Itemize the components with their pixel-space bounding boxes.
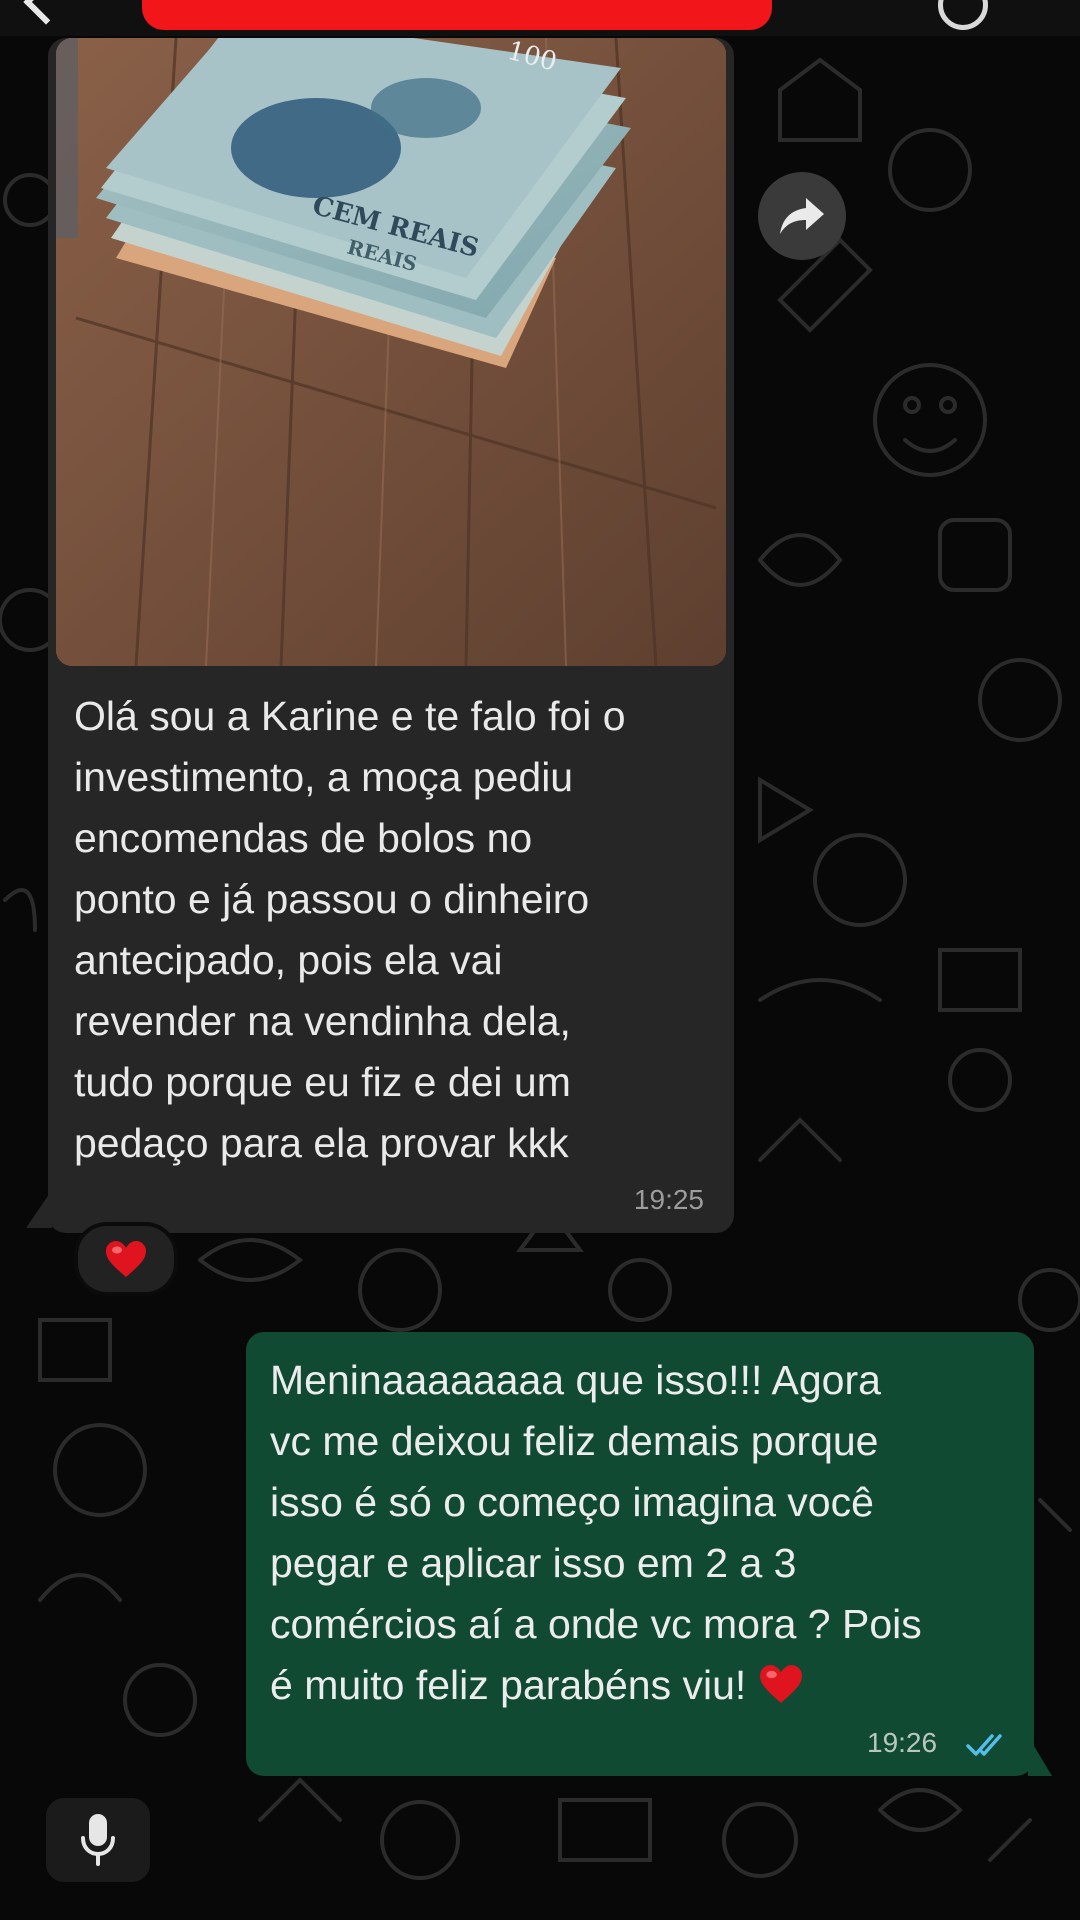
double-check-icon xyxy=(966,1734,1002,1756)
incoming-message-text: Olá sou a Karine e te falo foi o investi… xyxy=(74,693,626,1166)
outgoing-message-time: 19:26 xyxy=(867,1727,938,1758)
redacted-contact-name xyxy=(142,0,772,30)
back-chevron-icon[interactable] xyxy=(23,0,69,25)
chat-screen: CEM REAIS REAIS 100 Olá sou a Karine e t… xyxy=(0,0,1080,1920)
outgoing-message-bubble[interactable]: Meninaaaaaaaa que isso!!! Agora vc me de… xyxy=(246,1332,1034,1776)
heart-emoji-icon xyxy=(759,1665,802,1703)
header-action-icon[interactable] xyxy=(938,0,988,30)
message-reaction[interactable] xyxy=(74,1222,178,1296)
voice-message-button[interactable] xyxy=(46,1798,150,1882)
incoming-message-time: 19:25 xyxy=(633,1184,704,1215)
incoming-message-bubble[interactable]: CEM REAIS REAIS 100 Olá sou a Karine e t… xyxy=(48,38,734,1233)
forward-icon xyxy=(780,198,824,234)
heart-icon xyxy=(106,1241,146,1277)
microphone-icon xyxy=(81,1814,115,1866)
outgoing-message-text: Meninaaaaaaaa que isso!!! Agora vc me de… xyxy=(270,1357,922,1708)
money-photo[interactable]: CEM REAIS REAIS 100 xyxy=(56,38,726,666)
chat-header xyxy=(0,0,1080,36)
forward-button[interactable] xyxy=(758,172,846,260)
